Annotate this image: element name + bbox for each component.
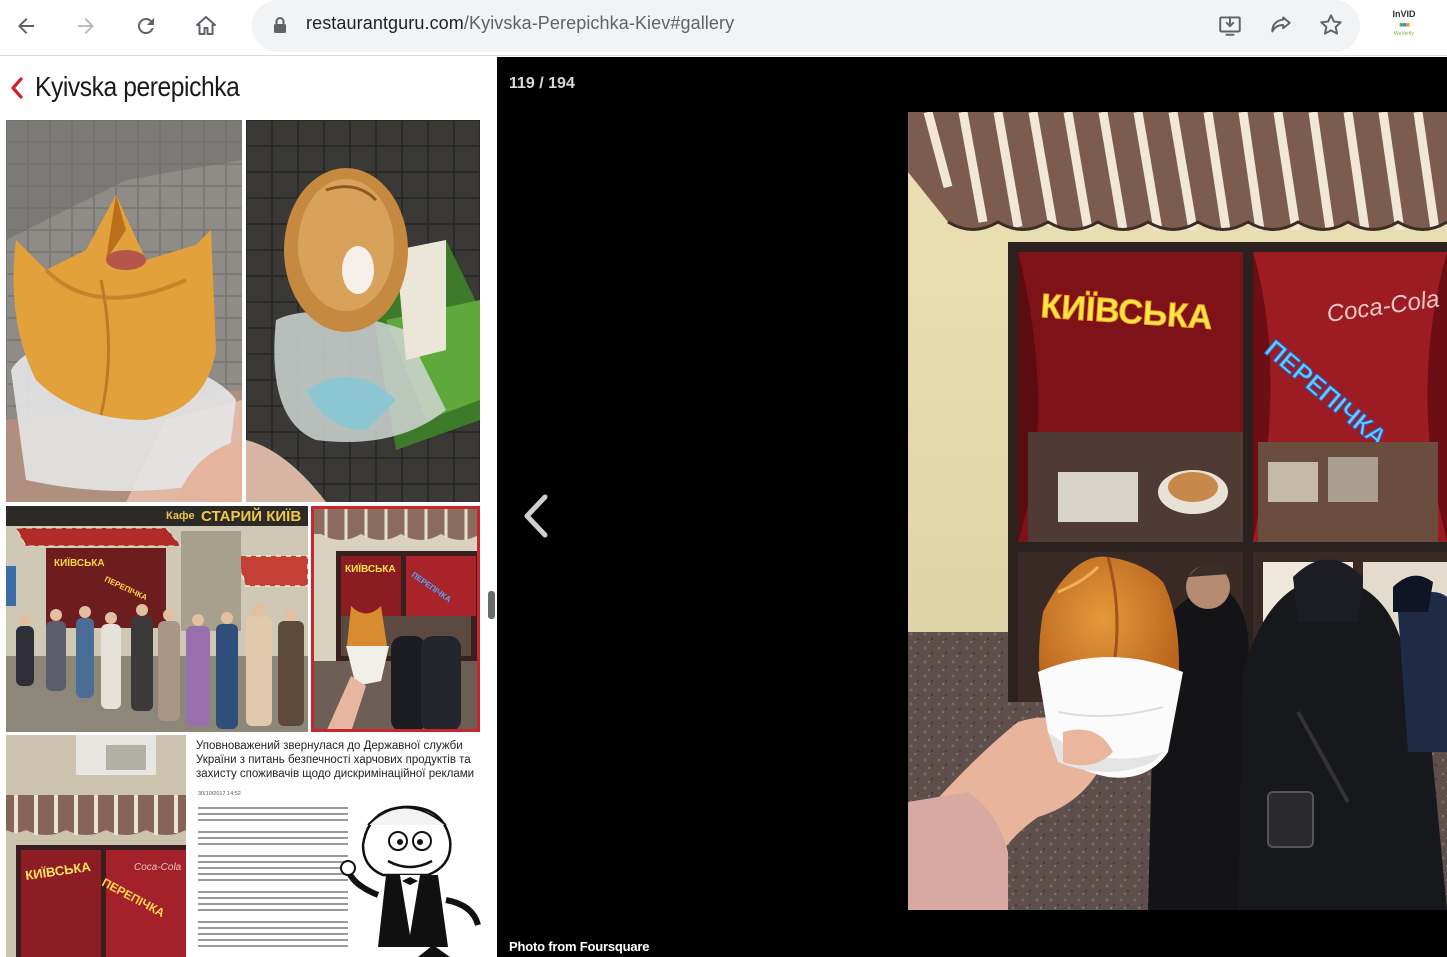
url-text[interactable]: restaurantguru.com/Kyivska-Perepichka-Ki… (306, 13, 734, 34)
cafe-sign-text: Кафе (166, 510, 195, 522)
previous-photo-chevron-icon[interactable] (521, 493, 551, 539)
thumb-pastry-dark[interactable] (246, 120, 480, 502)
back-arrow-icon[interactable] (6, 8, 46, 44)
photo-credit: Photo from Foursquare (509, 939, 650, 954)
signage-cola-text: Coca-Cola (134, 862, 182, 873)
gallery-sidebar: Kyivska perepichka Кафе СТАРИЙ КИЇВ КИЇВ… (0, 57, 497, 957)
photo-counter: 119 / 194 (509, 75, 575, 92)
cartoon-waiter-icon (340, 803, 481, 957)
url-host: restaurantguru.com (306, 13, 464, 33)
lock-icon[interactable] (272, 16, 288, 34)
restaurant-title[interactable]: Kyivska perepichka (35, 71, 240, 103)
home-icon[interactable] (186, 8, 226, 44)
invid-dots-icon: ■■■ (1399, 22, 1410, 29)
bookmark-star-icon[interactable] (1318, 12, 1344, 38)
thumb-kiosk-selected[interactable]: КИЇВСЬКА ПЕРЕПІЧКА (311, 506, 480, 732)
article-cartoon-image: Уповноважений звернулася до Державної сл… (188, 735, 482, 957)
article-headline: Уповноважений звернулася до Державної сл… (196, 740, 475, 780)
url-path: /Kyivska-Perepichka-Kiev#gallery (463, 13, 735, 33)
invid-extension-icon[interactable]: InVID ■■■ WeVerify (1386, 10, 1422, 40)
kiosk-kyivska-sign: КИЇВСЬКА (345, 562, 396, 575)
gallery-scrollbar-track[interactable] (484, 120, 496, 957)
kiosk-signage-photo: КИЇВСЬКА ПЕРЕПІЧКА Coca-Cola (6, 735, 186, 957)
back-chevron-icon[interactable] (10, 77, 24, 99)
invid-extension-sub: WeVerify (1394, 31, 1414, 37)
thumb-kiosk-signage[interactable]: КИЇВСЬКА ПЕРЕПІЧКА Coca-Cola (6, 735, 186, 957)
queue-kyivska-sign: КИЇВСЬКА (54, 556, 105, 569)
queue-street-photo: Кафе СТАРИЙ КИЇВ КИЇВСЬКА ПЕРЕПІЧКА (6, 506, 308, 732)
article-date: 30/10/2017 14:52 (198, 791, 241, 797)
invid-extension-name: InVID (1392, 9, 1416, 19)
cafe-name-text: СТАРИЙ КИЇВ (201, 507, 301, 525)
kiosk-selected-photo: КИЇВСЬКА ПЕРЕПІЧКА (311, 506, 480, 732)
main-photo: КИЇВСЬКА ПЕРЕПІЧКА Coca-Cola (908, 112, 1447, 910)
kiosk-main-photo: КИЇВСЬКА ПЕРЕПІЧКА Coca-Cola (908, 112, 1447, 910)
photo-viewer: 119 / 194 КИЇВСЬКА ПЕРЕПІЧКА Coca-Cola P… (497, 57, 1447, 957)
browser-toolbar: restaurantguru.com/Kyivska-Perepichka-Ki… (0, 0, 1447, 56)
thumb-queue-street[interactable]: Кафе СТАРИЙ КИЇВ КИЇВСЬКА ПЕРЕПІЧКА (6, 506, 308, 732)
pastry-bitten-photo (6, 120, 242, 502)
thumb-article-cartoon[interactable]: Уповноважений звернулася до Державної сл… (188, 735, 482, 957)
install-app-icon[interactable] (1217, 12, 1243, 38)
forward-arrow-icon[interactable] (66, 8, 106, 44)
pastry-dark-photo (246, 120, 480, 502)
reload-icon[interactable] (126, 8, 166, 44)
gallery-scrollbar-thumb[interactable] (488, 591, 495, 619)
share-icon[interactable] (1268, 12, 1294, 38)
thumb-pastry-bitten[interactable] (6, 120, 242, 502)
